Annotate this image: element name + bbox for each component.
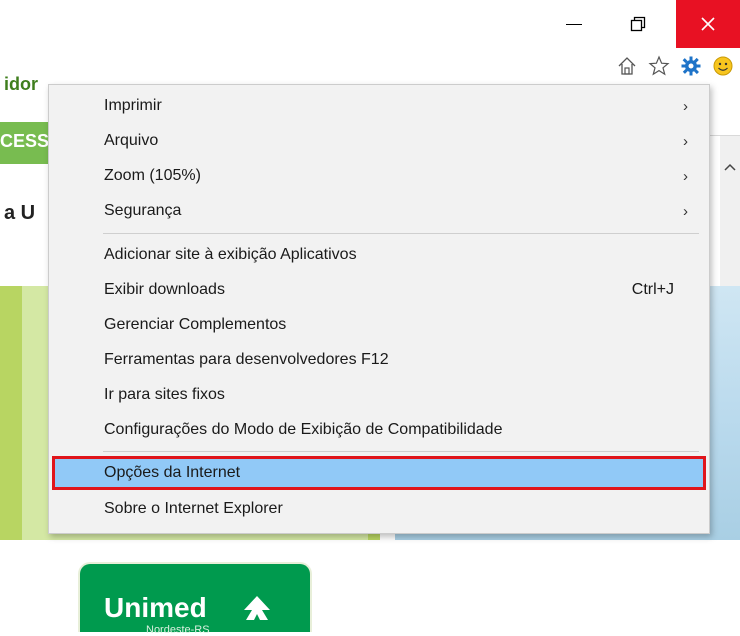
logo-subtitle: Nordeste-RS <box>146 624 210 636</box>
favorites-star-icon[interactable] <box>646 53 672 79</box>
menu-item-shortcut: Ctrl+J <box>631 281 674 298</box>
menu-item-label: Gerenciar Complementos <box>104 316 287 333</box>
menu-separator <box>103 451 699 452</box>
menu-item-compatibilidade[interactable]: Configurações do Modo de Exibição de Com… <box>54 414 704 446</box>
page-subheading-fragment: a U <box>4 202 36 224</box>
chevron-right-icon: › <box>683 167 688 185</box>
title-bar <box>0 0 740 48</box>
close-button[interactable] <box>676 0 740 48</box>
logo-text: Unimed <box>104 592 207 623</box>
page-heading-fragment: idor <box>4 74 38 94</box>
menu-item-opcoes-internet[interactable]: Opções da Internet <box>52 456 706 490</box>
menu-item-zoom[interactable]: Zoom (105%) › <box>54 160 704 192</box>
restore-icon <box>630 16 646 32</box>
menu-item-gerenciar-complementos[interactable]: Gerenciar Complementos <box>54 309 704 341</box>
menu-item-label: Sobre o Internet Explorer <box>104 500 283 517</box>
menu-item-label: Arquivo <box>104 132 159 149</box>
menu-separator <box>103 233 699 234</box>
browser-toolbar <box>614 48 740 84</box>
menu-item-exibir-downloads[interactable]: Exibir downloads Ctrl+J <box>54 274 704 306</box>
menu-item-sites-fixos[interactable]: Ir para sites fixos <box>54 379 704 411</box>
home-icon[interactable] <box>614 53 640 79</box>
menu-item-label: Adicionar site à exibição Aplicativos <box>104 246 357 263</box>
chevron-right-icon: › <box>683 97 688 115</box>
unimed-tree-icon <box>244 596 270 620</box>
smiley-feedback-icon[interactable] <box>710 53 736 79</box>
menu-item-adicionar-site[interactable]: Adicionar site à exibição Aplicativos <box>54 239 704 271</box>
restore-button[interactable] <box>610 0 666 48</box>
unimed-logo[interactable]: Unimed Nordeste-RS <box>78 562 312 636</box>
menu-item-label: Exibir downloads <box>104 281 225 298</box>
menu-item-ferramentas-desenvolvedores[interactable]: Ferramentas para desenvolvedores F12 <box>54 344 704 376</box>
menu-item-seguranca[interactable]: Segurança › <box>54 195 704 227</box>
chevron-right-icon: › <box>683 132 688 150</box>
menu-item-label: Segurança <box>104 202 182 219</box>
access-banner-text: CESS <box>0 131 50 151</box>
menu-item-label: Ir para sites fixos <box>104 386 225 403</box>
menu-item-imprimir[interactable]: Imprimir › <box>54 90 704 122</box>
tools-menu: Imprimir › Arquivo › Zoom (105%) › Segur… <box>48 84 710 534</box>
minimize-icon <box>566 23 582 25</box>
menu-item-label: Opções da Internet <box>104 464 241 481</box>
menu-item-label: Configurações do Modo de Exibição de Com… <box>104 421 503 438</box>
close-icon <box>701 17 715 31</box>
chevron-right-icon: › <box>683 202 688 220</box>
menu-item-label: Ferramentas para desenvolvedores F12 <box>104 351 389 368</box>
menu-item-label: Imprimir <box>104 97 162 114</box>
menu-item-label: Zoom (105%) <box>104 167 201 184</box>
tools-gear-icon[interactable] <box>678 53 704 79</box>
menu-item-sobre-ie[interactable]: Sobre o Internet Explorer <box>54 493 704 525</box>
access-banner[interactable]: CESS <box>0 122 50 164</box>
menu-item-arquivo[interactable]: Arquivo › <box>54 125 704 157</box>
chevron-up-icon[interactable] <box>720 158 740 178</box>
minimize-button[interactable] <box>546 0 602 48</box>
